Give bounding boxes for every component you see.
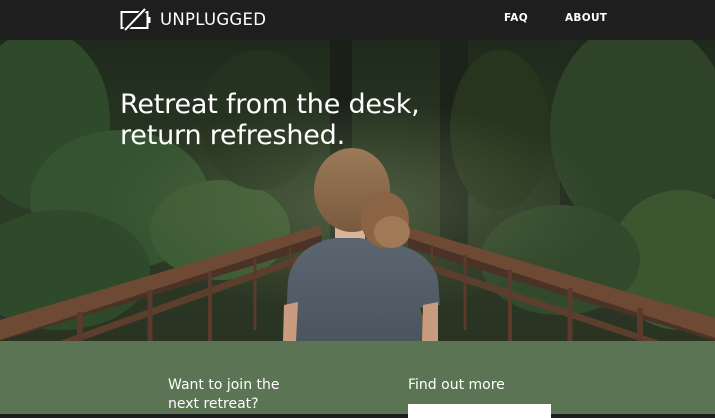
nav-link-faq[interactable]: FAQ <box>504 13 528 24</box>
hero-title-line: Retreat from the desk, <box>120 89 420 120</box>
brand-name: UNPLUGGED <box>160 9 267 29</box>
join-heading-line: next retreat? <box>168 396 259 412</box>
hero-section: Retreat from the desk, return refreshed. <box>0 40 715 341</box>
signup-section: Want to join the next retreat? Find out … <box>0 341 715 418</box>
find-out-more-input[interactable] <box>408 404 551 418</box>
hero-title: Retreat from the desk, return refreshed. <box>120 89 480 151</box>
join-heading: Want to join the next retreat? <box>168 376 328 414</box>
top-nav: UNPLUGGED FAQ ABOUT <box>0 0 715 40</box>
hero-photo <box>0 40 715 341</box>
join-heading-line: Want to join the <box>168 377 280 393</box>
find-out-more-heading: Find out more <box>408 377 505 393</box>
hero-title-line: return refreshed. <box>120 120 345 151</box>
unplugged-battery-icon <box>120 8 151 32</box>
nav-link-about[interactable]: ABOUT <box>565 13 607 24</box>
brand-logo[interactable]: UNPLUGGED <box>120 7 266 33</box>
